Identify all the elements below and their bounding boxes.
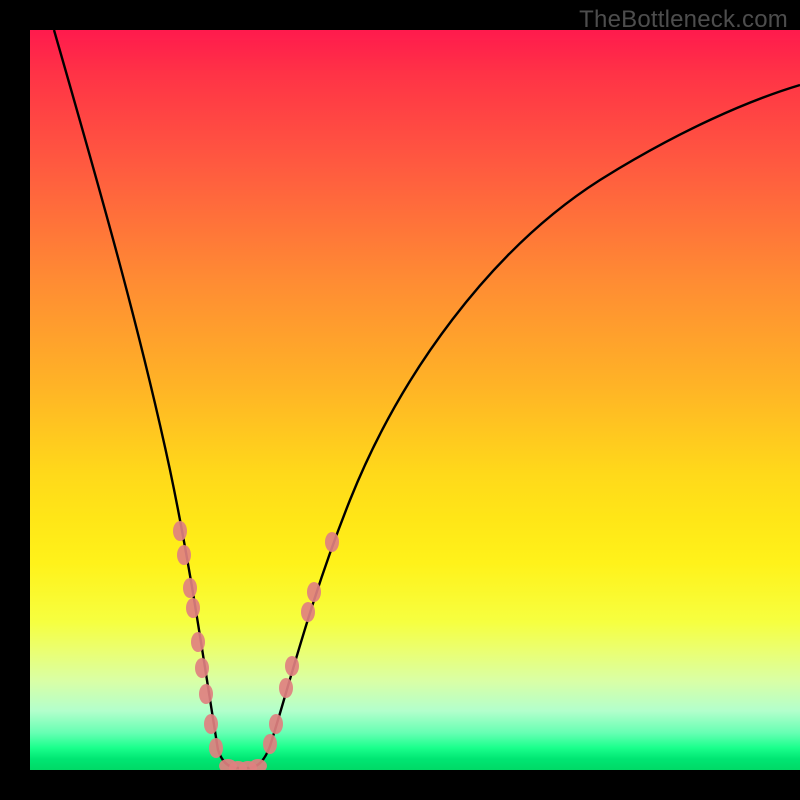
marker-dot [285, 656, 299, 676]
bottleneck-curve [54, 30, 800, 768]
marker-dot [204, 714, 218, 734]
chart-plot-area [30, 30, 800, 770]
chart-svg [30, 30, 800, 770]
marker-dot [307, 582, 321, 602]
marker-dot [183, 578, 197, 598]
marker-dot [195, 658, 209, 678]
marker-dot [177, 545, 191, 565]
chart-frame: TheBottleneck.com [0, 0, 800, 800]
marker-dot [209, 738, 223, 758]
marker-dot [186, 598, 200, 618]
marker-dot [263, 734, 277, 754]
marker-dot [173, 521, 187, 541]
marker-group [173, 521, 339, 770]
marker-dot [301, 602, 315, 622]
marker-dot [191, 632, 205, 652]
marker-dot [279, 678, 293, 698]
marker-dot [249, 759, 267, 770]
marker-dot [325, 532, 339, 552]
watermark-text: TheBottleneck.com [579, 6, 788, 34]
marker-dot [269, 714, 283, 734]
marker-dot [199, 684, 213, 704]
